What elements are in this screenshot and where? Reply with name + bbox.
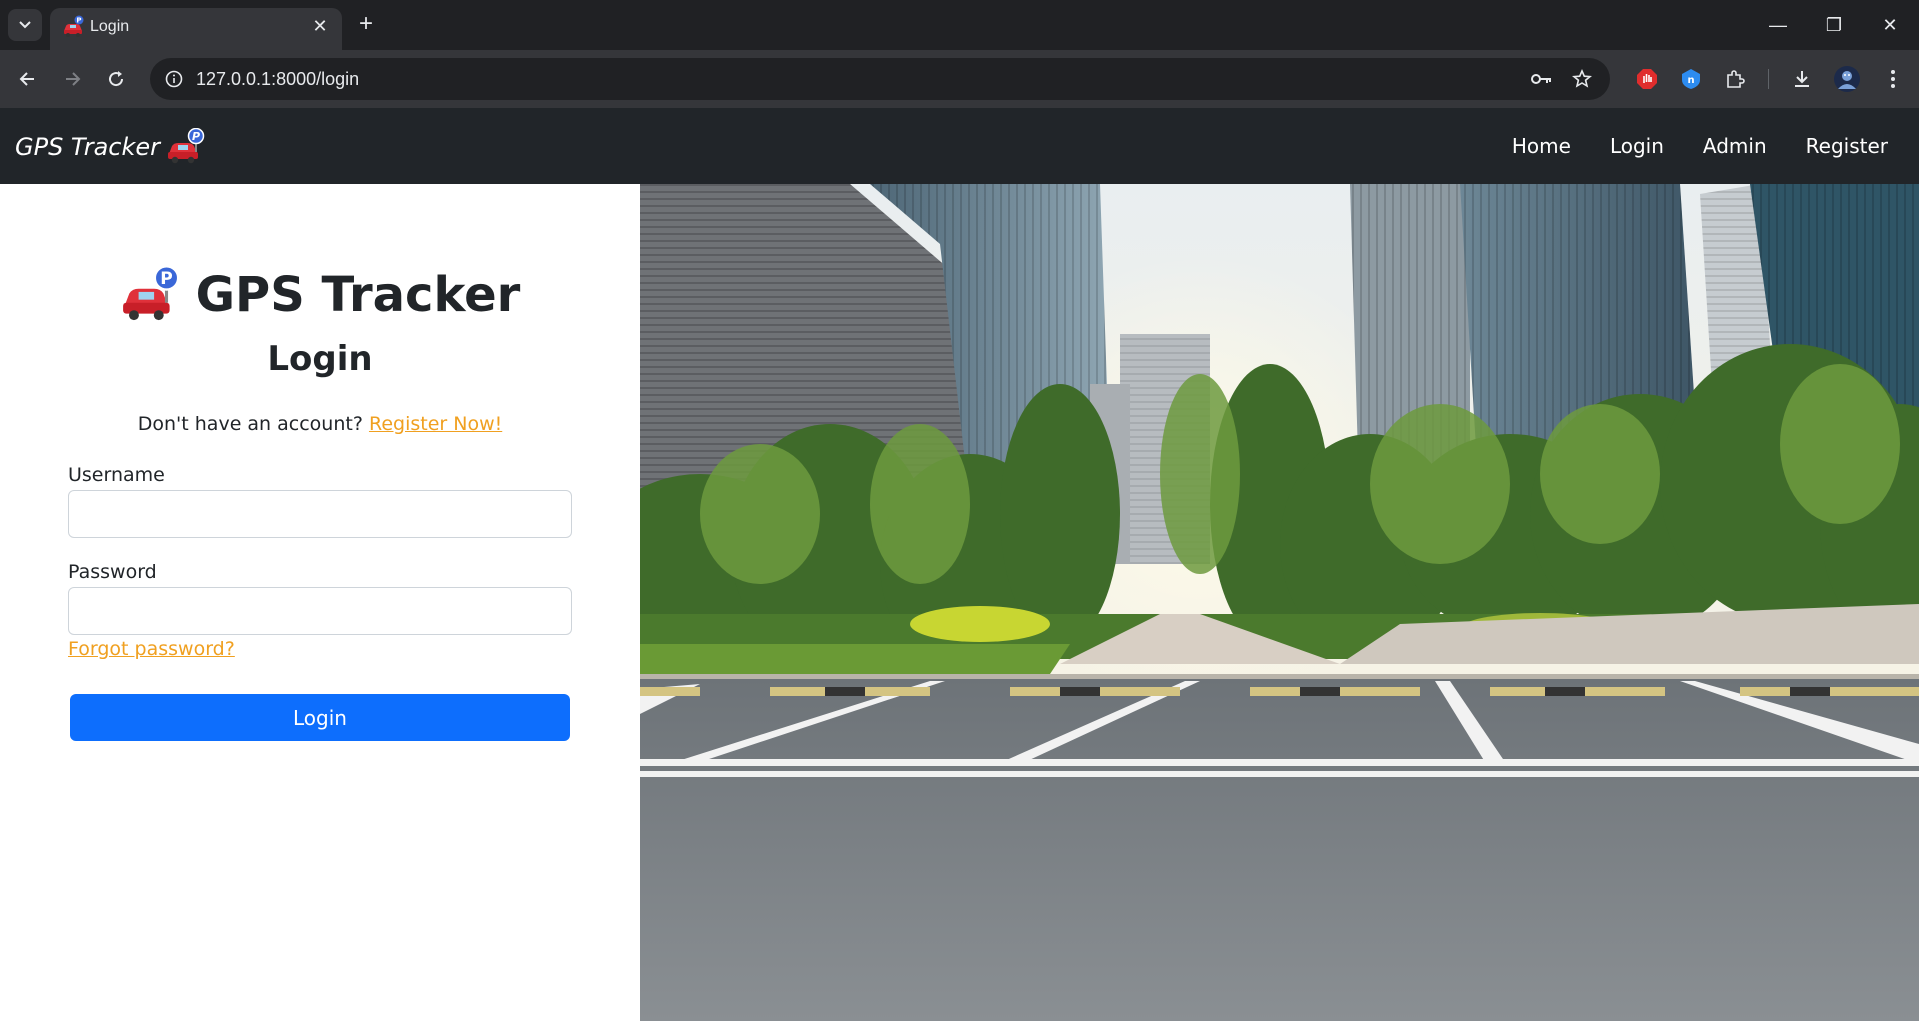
adblock-extension-icon[interactable] bbox=[1632, 64, 1662, 94]
reload-icon[interactable] bbox=[98, 61, 134, 97]
window-close-button[interactable]: ✕ bbox=[1862, 0, 1918, 50]
app-heading-text: GPS Tracker bbox=[195, 267, 521, 323]
register-now-link[interactable]: Register Now! bbox=[369, 413, 502, 435]
site-navbar: GPS Tracker P Home Login Admin Register bbox=[0, 108, 1919, 184]
password-key-icon[interactable] bbox=[1528, 65, 1556, 93]
site-info-icon[interactable] bbox=[160, 65, 188, 93]
parking-lot-hero-image bbox=[640, 184, 1919, 1021]
password-label: Password bbox=[68, 561, 157, 583]
password-field[interactable] bbox=[68, 587, 572, 635]
car-parking-icon: P bbox=[122, 265, 179, 321]
svg-text:P: P bbox=[160, 269, 172, 289]
navbar-links: Home Login Admin Register bbox=[1512, 108, 1919, 184]
extension-icon[interactable] bbox=[1720, 64, 1750, 94]
browser-tab-strip: P Login ✕ + — ❐ ✕ bbox=[0, 0, 1919, 50]
shield-extension-icon[interactable]: n bbox=[1676, 64, 1706, 94]
car-parking-icon: P bbox=[62, 15, 86, 39]
browser-tab-login[interactable]: P Login ✕ bbox=[50, 8, 342, 50]
nav-link-login[interactable]: Login bbox=[1610, 134, 1664, 158]
forgot-password-link[interactable]: Forgot password? bbox=[68, 638, 235, 660]
bookmark-star-icon[interactable] bbox=[1568, 65, 1596, 93]
back-icon[interactable] bbox=[10, 61, 46, 97]
address-bar[interactable]: 127.0.0.1:8000/login bbox=[150, 58, 1610, 100]
nav-link-admin[interactable]: Admin bbox=[1703, 134, 1767, 158]
nav-link-register[interactable]: Register bbox=[1806, 134, 1888, 158]
car-parking-icon: P bbox=[168, 128, 205, 164]
app-heading: P GPS Tracker bbox=[0, 264, 640, 326]
url-text[interactable]: 127.0.0.1:8000/login bbox=[196, 69, 359, 90]
svg-text:P: P bbox=[192, 130, 200, 143]
download-icon[interactable] bbox=[1787, 64, 1817, 94]
tab-close-icon[interactable]: ✕ bbox=[308, 14, 332, 38]
register-prompt: Don't have an account? bbox=[137, 413, 363, 435]
username-label: Username bbox=[68, 464, 165, 486]
nav-link-home[interactable]: Home bbox=[1512, 134, 1571, 158]
minimize-button[interactable]: — bbox=[1750, 0, 1806, 50]
tab-title: Login bbox=[90, 18, 130, 35]
register-prompt-line: Don't have an account? Register Now! bbox=[0, 413, 640, 435]
login-panel: P GPS Tracker Login Don't have an accoun… bbox=[0, 184, 640, 1021]
svg-text:P: P bbox=[76, 17, 81, 25]
username-field[interactable] bbox=[68, 490, 572, 538]
login-button[interactable]: Login bbox=[70, 694, 570, 741]
navbar-brand-text: GPS Tracker bbox=[15, 133, 161, 161]
forward-icon[interactable] bbox=[54, 61, 90, 97]
login-title: Login bbox=[267, 339, 373, 379]
more-menu-icon[interactable] bbox=[1878, 64, 1908, 94]
toolbar-separator bbox=[1768, 69, 1769, 89]
tab-search-icon[interactable] bbox=[8, 9, 42, 41]
profile-avatar-icon[interactable] bbox=[1832, 64, 1862, 94]
restore-button[interactable]: ❐ bbox=[1806, 0, 1862, 50]
navbar-brand[interactable]: GPS Tracker P bbox=[15, 128, 206, 166]
svg-text:n: n bbox=[1687, 75, 1694, 86]
browser-toolbar: 127.0.0.1:8000/login n bbox=[0, 50, 1919, 108]
new-tab-button[interactable]: + bbox=[352, 10, 380, 38]
